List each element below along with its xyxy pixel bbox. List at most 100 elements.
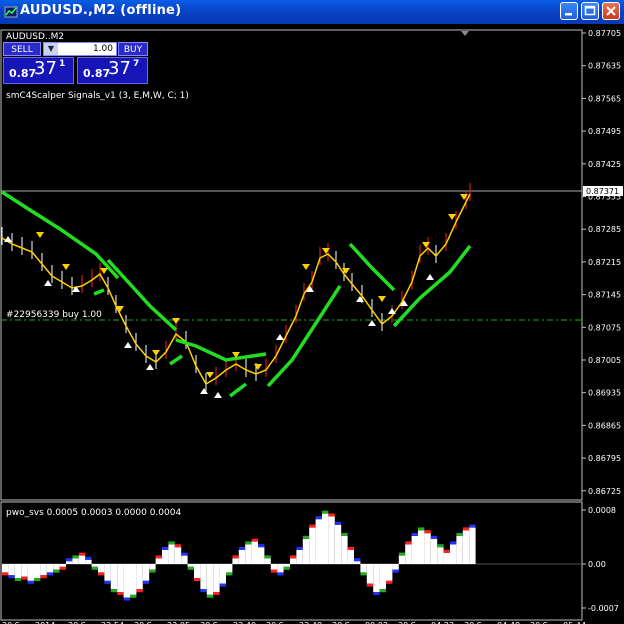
price-tick-label: 0.87425 — [588, 160, 621, 169]
histogram-bar — [59, 564, 66, 567]
histogram-bar — [379, 564, 386, 590]
maximize-icon — [584, 5, 596, 16]
sell-price-sup: 1 — [59, 59, 66, 69]
histogram-edge — [424, 530, 431, 534]
histogram-edge — [59, 566, 66, 570]
buy-price-box[interactable]: 0.87 37 7 — [77, 57, 148, 84]
histogram-bar — [104, 564, 111, 581]
histogram-bar — [200, 564, 207, 590]
histogram-bar — [360, 564, 367, 573]
histogram-bar — [430, 538, 438, 564]
lot-size-field[interactable]: ▼ 1.00 — [43, 42, 117, 56]
histogram-bar — [187, 564, 194, 567]
histogram-edge — [283, 566, 290, 570]
sub-scale-label: 0.0008 — [588, 506, 616, 515]
subwindow-label: pwo_svs 0.0005 0.0003 0.0000 0.0004 — [6, 508, 181, 518]
lot-value[interactable]: 1.00 — [93, 43, 113, 55]
histogram-bar — [347, 550, 354, 564]
close-icon — [606, 6, 616, 16]
signal-band — [228, 382, 248, 398]
histogram-edge — [226, 572, 233, 576]
histogram-edge — [373, 592, 380, 595]
histogram-bar — [443, 552, 450, 564]
histogram-bar — [66, 561, 73, 564]
histogram-edge — [322, 510, 329, 514]
histogram-bar — [290, 558, 297, 564]
histogram-edge — [296, 547, 303, 550]
histogram-edge — [277, 572, 284, 576]
buy-signal-arrow — [368, 320, 376, 326]
histogram-edge — [251, 538, 258, 542]
histogram-edge — [347, 547, 354, 550]
histogram-bar — [315, 519, 322, 564]
chart-canvas[interactable]: AUDUSD..M2 smC4Scalper Signals_v1 (3, E,… — [0, 24, 624, 624]
histogram-edge — [181, 552, 188, 556]
histogram-edge — [328, 513, 335, 517]
histogram-bar — [334, 524, 342, 564]
histogram-edge — [66, 558, 73, 562]
sell-signal-arrow — [378, 296, 386, 302]
histogram-edge — [213, 592, 220, 595]
histogram-bar — [78, 555, 86, 564]
histogram-bar — [251, 541, 258, 564]
histogram-bar — [27, 564, 34, 581]
histogram-bar — [34, 564, 41, 578]
histogram-edge — [456, 533, 463, 536]
histogram-edge — [386, 580, 393, 584]
histogram-edge — [315, 516, 322, 520]
histogram-edge — [232, 555, 239, 559]
histogram-edge — [110, 589, 118, 593]
price-tick-label: 0.86795 — [588, 454, 621, 463]
order-label: #22956339 buy 1.00 — [6, 310, 102, 320]
histogram-bar — [181, 555, 188, 564]
price-tick-label: 0.87075 — [588, 323, 621, 332]
price-tick-label: 0.87145 — [588, 291, 621, 300]
window-title: AUDUSD.,M2 (offline) — [20, 3, 182, 18]
histogram-edge — [117, 592, 124, 595]
app-icon — [4, 6, 18, 18]
maximize-button[interactable] — [581, 2, 599, 20]
buy-signal-arrow — [124, 342, 132, 348]
sell-button[interactable]: SELL — [3, 42, 41, 56]
sell-price-box[interactable]: 0.87 37 1 — [3, 57, 74, 84]
histogram-bar — [72, 558, 79, 564]
minimize-button[interactable] — [560, 2, 578, 20]
buy-button[interactable]: BUY — [118, 42, 148, 56]
histogram-edge — [392, 569, 399, 573]
histogram-edge — [309, 524, 316, 528]
histogram-bar — [373, 564, 380, 592]
histogram-edge — [21, 576, 28, 580]
histogram-bar — [456, 536, 463, 564]
histogram-edge — [123, 597, 130, 601]
sell-signal-arrow — [206, 372, 214, 378]
histogram-edge — [98, 572, 105, 576]
histogram-bar — [405, 544, 412, 564]
symbol-label: AUDUSD..M2 — [6, 32, 64, 42]
histogram-bar — [386, 564, 393, 581]
lot-dropdown-icon[interactable]: ▼ — [44, 43, 58, 55]
sell-signal-arrow — [322, 248, 330, 254]
chart-shift-marker[interactable] — [461, 31, 469, 36]
histogram-edge — [91, 566, 98, 570]
histogram-edge — [206, 594, 214, 598]
histogram-bar — [232, 558, 239, 564]
histogram-bar — [437, 547, 444, 564]
histogram-edge — [290, 555, 297, 559]
title-bar: AUDUSD.,M2 (offline) — [0, 0, 624, 24]
histogram-edge — [53, 569, 60, 573]
histogram-bar — [123, 564, 130, 598]
close-button[interactable] — [602, 2, 620, 20]
histogram-bar — [411, 536, 418, 564]
chart-area[interactable]: AUDUSD..M2 smC4Scalper Signals_v1 (3, E,… — [0, 24, 624, 624]
histogram-edge — [219, 583, 226, 587]
histogram-edge — [2, 572, 9, 576]
minimize-icon — [565, 13, 572, 16]
histogram-bar — [136, 564, 143, 590]
histogram-edge — [238, 547, 246, 550]
histogram-bar — [450, 544, 457, 564]
histogram-bar — [398, 555, 406, 564]
histogram-edge — [200, 589, 207, 593]
histogram-bar — [21, 564, 28, 577]
histogram-bar — [366, 564, 374, 584]
sell-signal-arrow — [100, 268, 108, 274]
